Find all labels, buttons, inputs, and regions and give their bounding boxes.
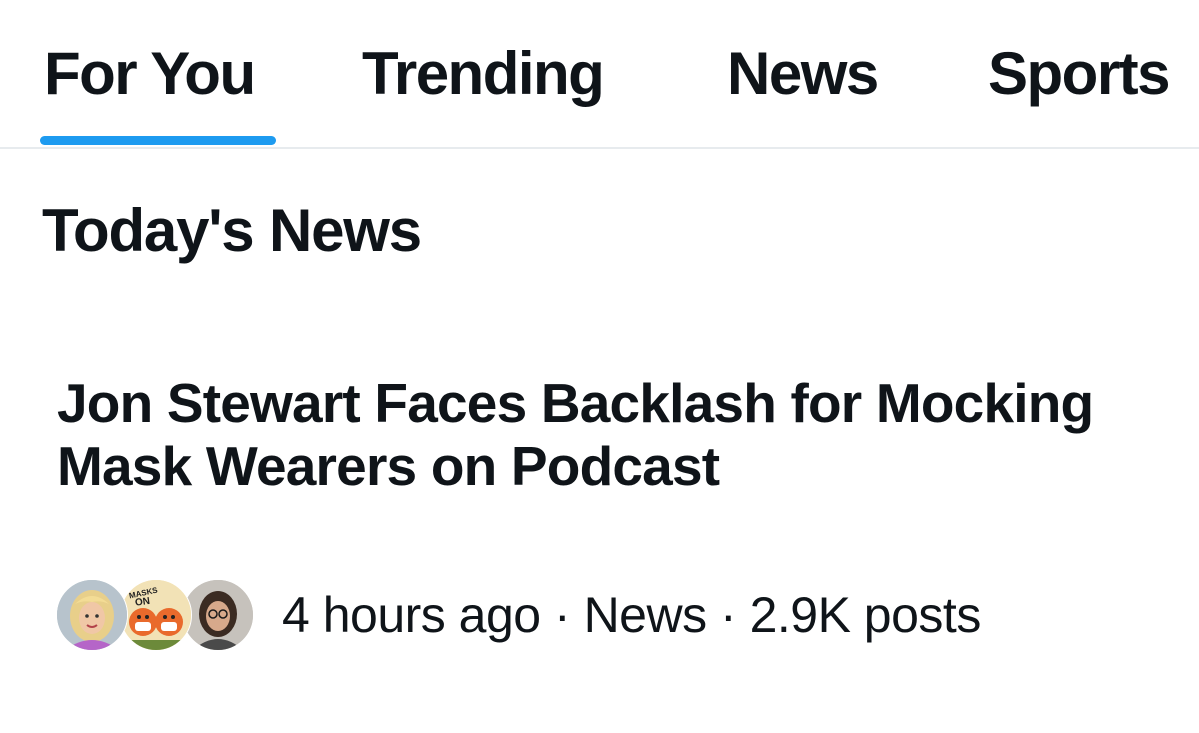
tab-news[interactable]: News: [727, 38, 879, 110]
tab-trending[interactable]: Trending: [362, 38, 605, 110]
avatar-woman-glasses: [182, 579, 254, 651]
avatar-masks-on-cartoon: MASKS ON: [120, 579, 192, 651]
trend-meta: 4 hours ago · News · 2.9K posts: [282, 585, 981, 645]
tab-bar: For You Trending News Sports: [0, 0, 1199, 149]
tab-for-you[interactable]: For You: [44, 38, 256, 110]
selected-tab-indicator: [40, 136, 276, 145]
svg-text:ON: ON: [134, 596, 150, 609]
meta-separator: ·: [720, 587, 737, 643]
trend-category: News: [583, 587, 708, 643]
avatar-woman-blonde: [56, 579, 128, 651]
tab-sports[interactable]: Sports: [988, 38, 1171, 110]
trend-post-count: 2.9K posts: [749, 587, 982, 643]
section-title: Today's News: [42, 197, 422, 264]
trend-headline[interactable]: Jon Stewart Faces Backlash for Mocking M…: [57, 372, 1177, 498]
meta-separator: ·: [554, 587, 571, 643]
trend-time: 4 hours ago: [282, 587, 541, 643]
avatar-group: MASKS ON: [56, 579, 254, 651]
